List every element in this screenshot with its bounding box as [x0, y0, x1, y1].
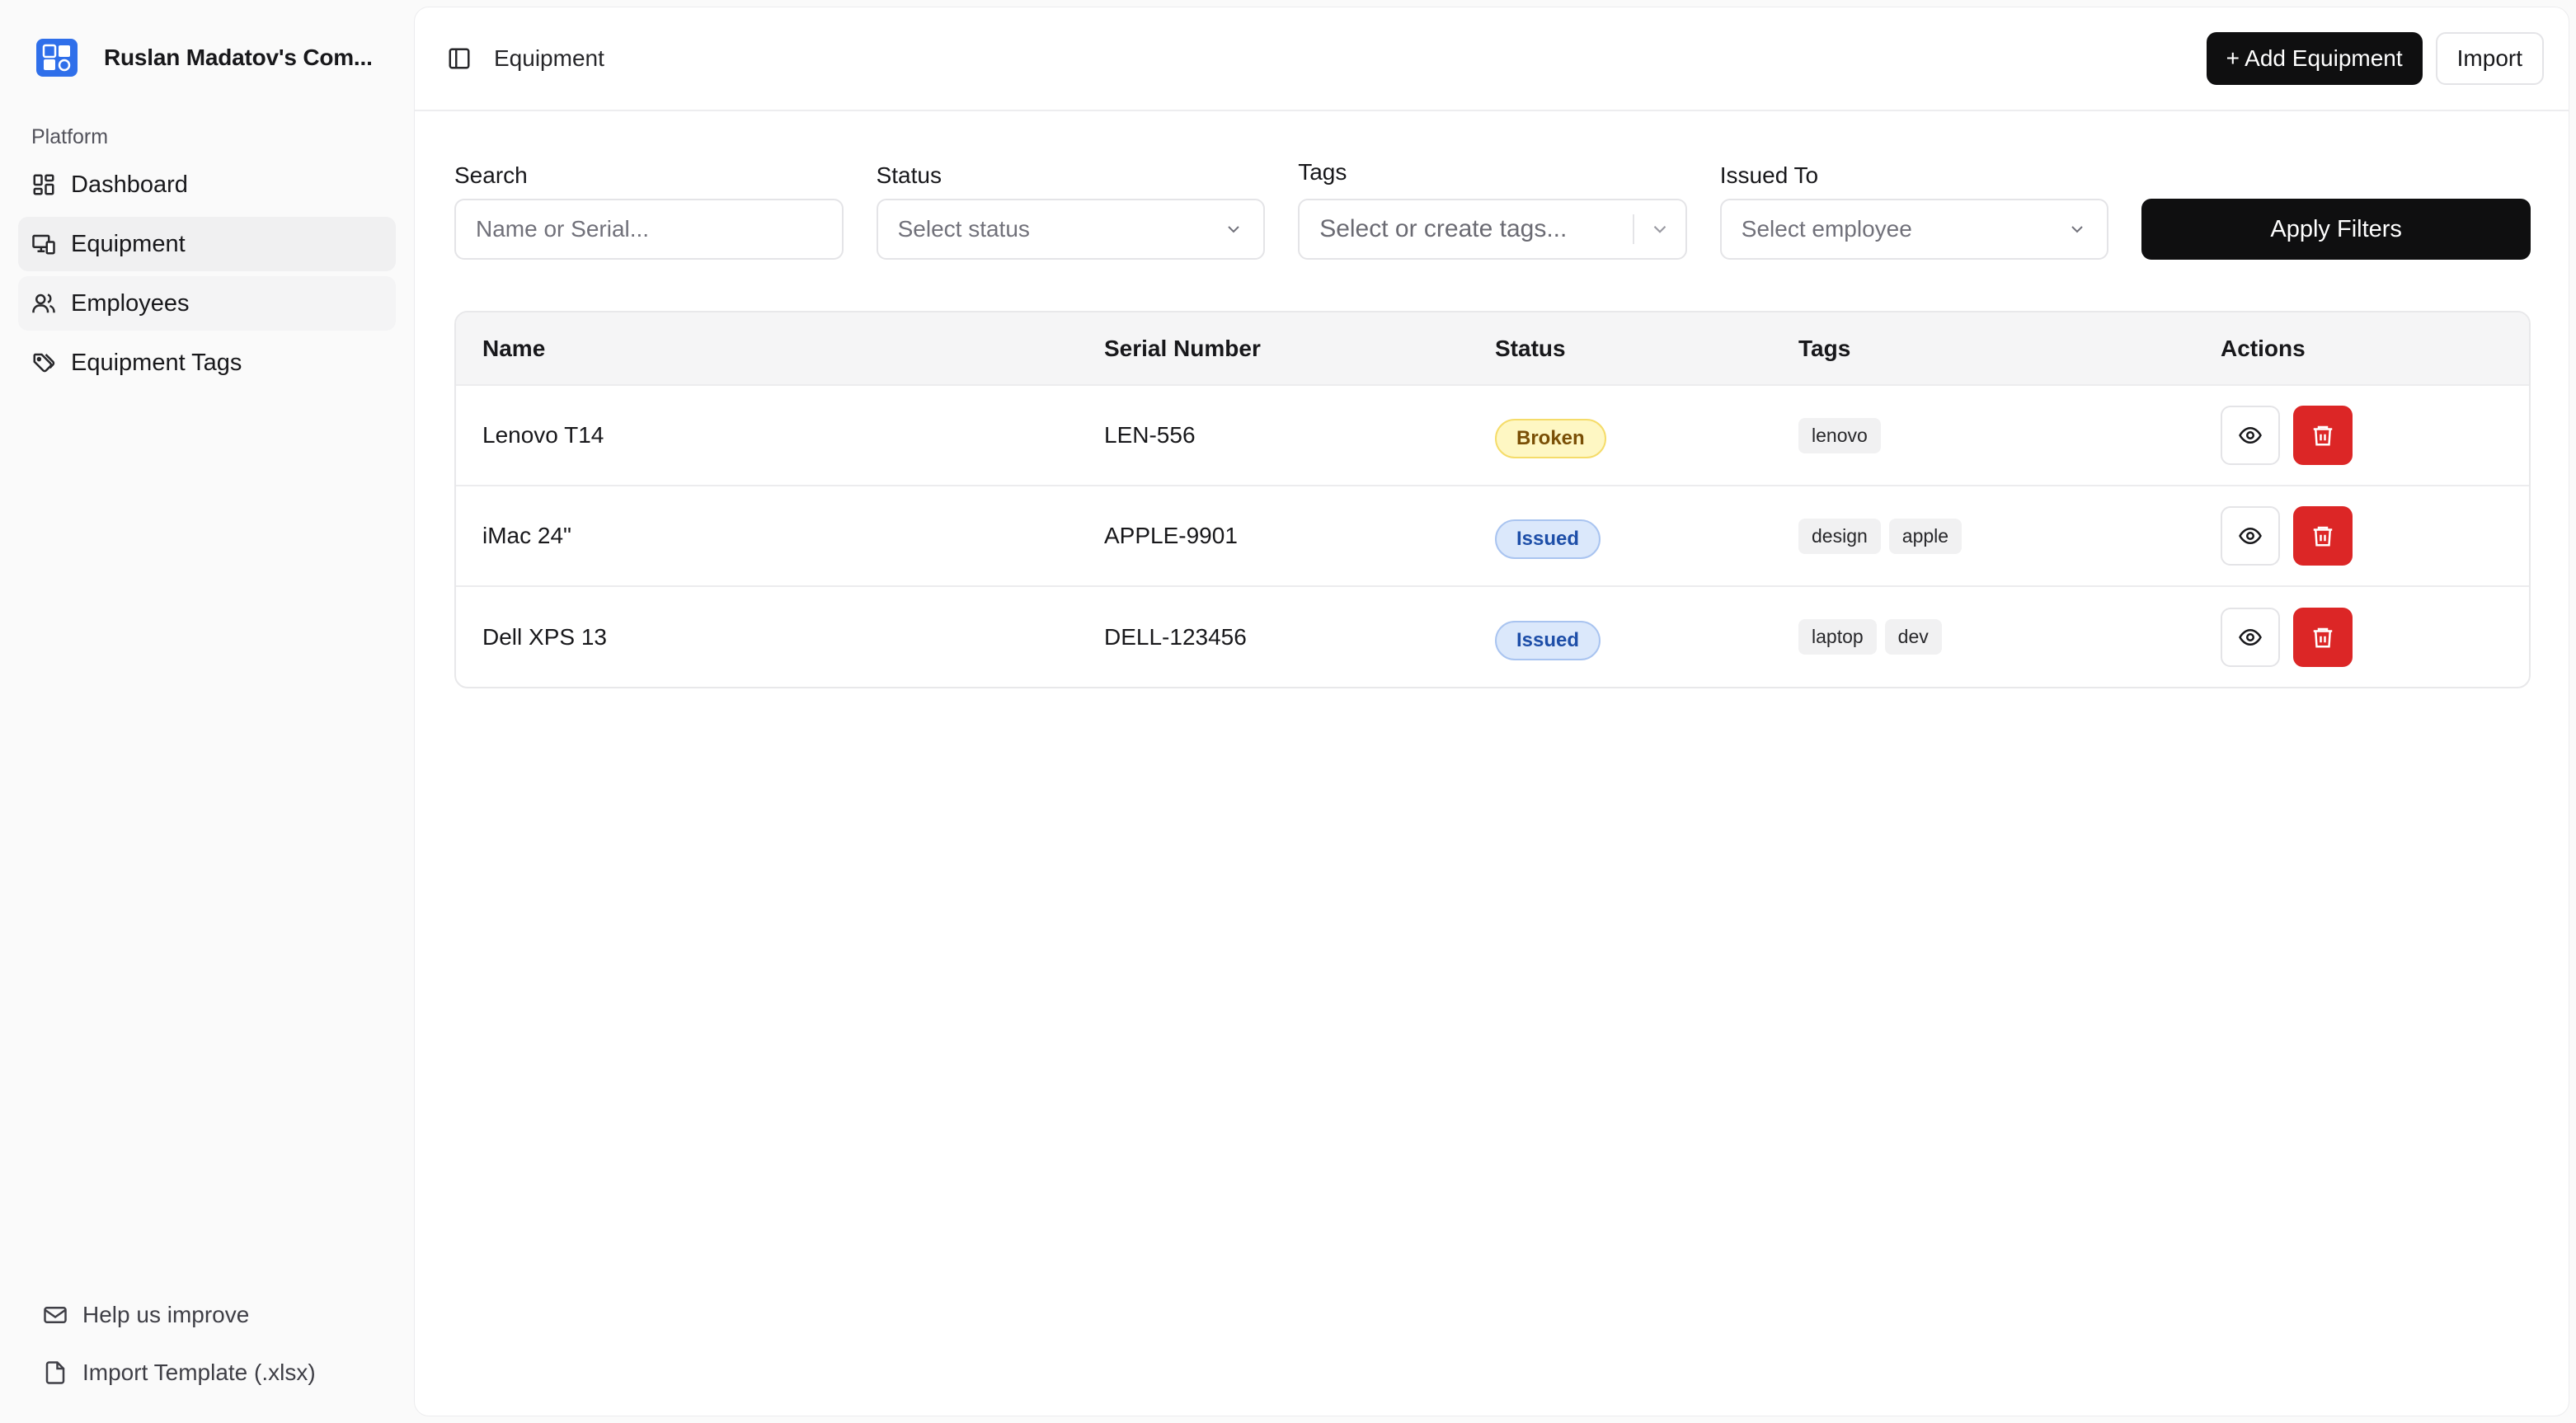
status-badge: Issued	[1495, 620, 1601, 660]
topbar: Equipment + Add Equipment Import	[415, 7, 2569, 111]
company-logo-icon	[36, 39, 78, 77]
sidebar-item-equipment-tags[interactable]: Equipment Tags	[18, 336, 396, 390]
delete-button[interactable]	[2293, 406, 2353, 465]
add-equipment-button[interactable]: + Add Equipment	[2206, 32, 2423, 85]
app-root: Ruslan Madatov's Com... Platform Dashboa…	[0, 0, 2576, 1423]
row-actions	[2221, 607, 2503, 667]
table-row[interactable]: Lenovo T14 LEN-556 Broken lenovo	[456, 385, 2529, 486]
status-placeholder: Select status	[897, 216, 1030, 242]
view-button[interactable]	[2221, 607, 2280, 667]
trash-icon	[2313, 425, 2333, 446]
tags-filter: Tags Select or create tags...	[1298, 159, 1687, 260]
cell-serial: DELL-123456	[1104, 623, 1247, 650]
tags-select[interactable]: Select or create tags...	[1298, 199, 1687, 260]
status-label: Status	[876, 162, 942, 188]
eye-icon	[2239, 628, 2262, 646]
tags-placeholder: Select or create tags...	[1319, 215, 1568, 242]
equipment-icon	[31, 232, 56, 256]
chevron-down-icon	[2071, 226, 2084, 233]
platform-section-label: Platform	[31, 125, 109, 148]
column-header-status[interactable]: Status	[1469, 312, 1772, 385]
issued-to-filter: Issued To Select employee	[1719, 162, 2109, 260]
dashboard-icon	[31, 172, 56, 197]
page-title: Equipment	[494, 45, 604, 71]
tag-chip: laptop	[1798, 619, 1877, 655]
view-button[interactable]	[2221, 506, 2280, 566]
row-actions	[2221, 506, 2503, 566]
sidebar: Ruslan Madatov's Com... Platform Dashboa…	[0, 0, 414, 1423]
tag-chip: design	[1798, 518, 1881, 554]
import-template-label: Import Template (.xlsx)	[82, 1360, 316, 1385]
help-improve-link[interactable]: Help us improve	[18, 1286, 396, 1344]
search-placeholder: Name or Serial...	[476, 216, 650, 242]
sidebar-toggle-button[interactable]	[444, 44, 474, 73]
issued-to-label: Issued To	[1719, 162, 1819, 188]
issued-to-placeholder: Select employee	[1741, 216, 1912, 242]
tags-label: Tags	[1298, 159, 1347, 185]
cell-serial: APPLE-9901	[1104, 523, 1238, 548]
status-badge: Issued	[1495, 519, 1601, 559]
view-button[interactable]	[2221, 406, 2280, 465]
cell-name: Lenovo T14	[482, 422, 604, 448]
tag-chip: lenovo	[1798, 417, 1881, 453]
main-panel: Equipment + Add Equipment Import Search …	[414, 7, 2569, 1416]
eye-icon	[2239, 527, 2262, 545]
search-input[interactable]: Name or Serial...	[454, 199, 844, 260]
column-header-actions: Actions	[2221, 335, 2306, 361]
sidebar-item-employees[interactable]: Employees	[18, 276, 396, 331]
mail-icon	[43, 1303, 68, 1327]
trash-icon	[2313, 627, 2333, 647]
cell-name: iMac 24"	[482, 523, 571, 548]
cell-name: Dell XPS 13	[482, 623, 607, 650]
trash-icon	[2313, 526, 2333, 547]
sidebar-item-label: Dashboard	[71, 171, 188, 198]
panel-left-icon	[449, 48, 470, 69]
table-row[interactable]: Dell XPS 13 DELL-123456 Issued laptop dev	[456, 586, 2529, 687]
sidebar-item-label: Employees	[71, 289, 190, 317]
eye-icon	[2239, 426, 2262, 444]
filters-bar: Search Name or Serial... Status Select s…	[415, 111, 2569, 260]
company-name: Ruslan Madatov's Com...	[104, 45, 373, 70]
apply-filters-button[interactable]: Apply Filters	[2141, 199, 2531, 260]
sidebar-item-label: Equipment	[71, 230, 186, 257]
company-switcher[interactable]: Ruslan Madatov's Com...	[18, 0, 396, 115]
status-select[interactable]: Select status	[876, 199, 1266, 260]
sidebar-footer: Help us improve Import Template (.xlsx)	[18, 1286, 396, 1423]
import-button[interactable]: Import	[2435, 32, 2544, 85]
divider	[1632, 214, 1634, 244]
cell-serial: LEN-556	[1104, 422, 1196, 448]
column-header-tags[interactable]: Tags	[1772, 312, 2194, 385]
equipment-table: Name Serial Number Status Tags Actions L…	[454, 311, 2531, 688]
column-header-name[interactable]: Name	[456, 312, 1078, 385]
tags-icon	[31, 350, 56, 375]
help-improve-label: Help us improve	[82, 1302, 250, 1327]
status-badge: Broken	[1495, 419, 1606, 458]
status-filter: Status Select status	[876, 162, 1266, 260]
column-header-serial[interactable]: Serial Number	[1078, 312, 1469, 385]
chevron-down-icon	[1228, 226, 1239, 233]
tag-chip: dev	[1884, 619, 1942, 655]
row-actions	[2221, 406, 2503, 465]
issued-to-select[interactable]: Select employee	[1719, 199, 2109, 260]
delete-button[interactable]	[2293, 607, 2353, 667]
table-row[interactable]: iMac 24" APPLE-9901 Issued design apple	[456, 486, 2529, 586]
sidebar-item-equipment[interactable]: Equipment	[18, 217, 396, 271]
delete-button[interactable]	[2293, 506, 2353, 566]
chevron-down-icon	[1653, 225, 1666, 233]
search-label: Search	[454, 162, 528, 188]
search-filter: Search Name or Serial...	[454, 162, 844, 260]
users-icon	[31, 291, 56, 316]
file-icon	[43, 1360, 68, 1385]
tag-chip: apple	[1888, 518, 1963, 554]
table-header-row: Name Serial Number Status Tags Actions	[456, 312, 2529, 385]
sidebar-item-dashboard[interactable]: Dashboard	[18, 157, 396, 212]
sidebar-item-label: Equipment Tags	[71, 349, 242, 376]
import-template-link[interactable]: Import Template (.xlsx)	[18, 1344, 396, 1402]
